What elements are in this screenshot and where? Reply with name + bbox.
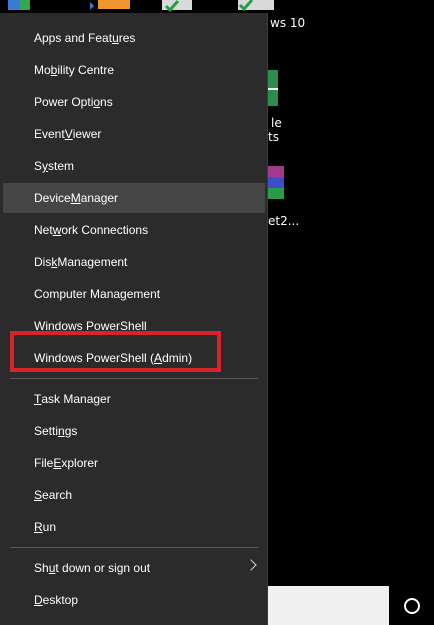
menu-item-label: Setti xyxy=(34,424,59,438)
menu-item-accelerator: S xyxy=(34,488,43,502)
menu-separator xyxy=(10,378,258,379)
menu-item-label: Mo xyxy=(34,63,51,77)
winx-power-user-menu: Apps and Feat u res Mo b ility Centre Power … xyxy=(0,13,268,625)
desktop-label-4: et2... xyxy=(268,214,300,228)
menu-item-label-rest: un xyxy=(42,520,57,534)
menu-item-shut-down-or-sign-out[interactable]: Sh u t down or sign out xyxy=(3,553,265,583)
menu-item-label-rest: iewer xyxy=(72,127,102,141)
cortana-button[interactable] xyxy=(389,586,434,625)
menu-item-computer-management[interactable]: Computer Mana g ement xyxy=(3,279,265,309)
menu-item-accelerator: o xyxy=(93,95,101,109)
desktop-label-1: ws 10 xyxy=(270,16,306,30)
desktop-label-3: ts xyxy=(268,130,279,144)
menu-item-accelerator: D xyxy=(34,593,43,607)
menu-item-label-rest: Management xyxy=(57,255,128,269)
menu-item-label: S xyxy=(34,159,43,173)
menu-item-label-rest: ement xyxy=(126,287,161,301)
menu-item-run[interactable]: Run xyxy=(3,512,265,542)
menu-item-apps-and-features[interactable]: Apps and Feat u res xyxy=(3,23,265,53)
menu-item-label-rest: ns xyxy=(100,95,113,109)
menu-item-disk-management[interactable]: Dis k Management xyxy=(3,247,265,277)
menu-item-label: Power Opti xyxy=(34,95,94,109)
menu-item-label-rest: ork Connections xyxy=(61,223,149,237)
menu-item-label: File xyxy=(34,456,54,470)
menu-item-accelerator: u xyxy=(112,31,119,45)
menu-item-label-rest: earch xyxy=(42,488,73,502)
menu-item-label-rest: gs xyxy=(64,424,78,438)
menu-item-event-viewer[interactable]: Event Viewer xyxy=(3,119,265,149)
menu-item-accelerator: M xyxy=(70,191,81,205)
desktop-label-2: le xyxy=(271,116,282,130)
menu-item-accelerator: E xyxy=(53,456,62,470)
menu-item-system[interactable]: Sy stem xyxy=(3,151,265,181)
menu-item-label: Dis xyxy=(34,255,52,269)
menu-item-power-options[interactable]: Power Opti o ns xyxy=(3,87,265,117)
menu-separator xyxy=(10,547,258,548)
taskbar-search-box[interactable] xyxy=(268,586,389,625)
spreadsheet-icon[interactable] xyxy=(268,70,280,110)
menu-item-settings[interactable]: Setti n gs xyxy=(3,416,265,446)
menu-item-label: Net xyxy=(34,223,53,237)
menu-item-device-manager[interactable]: Device Manager xyxy=(3,183,265,213)
menu-item-search[interactable]: Search xyxy=(3,480,265,510)
menu-item-accelerator: R xyxy=(34,520,43,534)
menu-item-label: Event xyxy=(34,127,65,141)
menu-item-accelerator: V xyxy=(64,127,73,141)
desktop-icons-top-row xyxy=(8,0,274,13)
cortana-icon xyxy=(403,597,420,614)
menu-item-label: Apps and Feat xyxy=(34,31,113,45)
menu-item-label-rest: anager xyxy=(80,191,119,205)
archive-icon[interactable] xyxy=(268,166,284,206)
menu-item-label-rest: esktop xyxy=(42,593,79,607)
menu-item-label: Computer Mana xyxy=(34,287,121,301)
menu-item-file-explorer[interactable]: File Explorer xyxy=(3,448,265,478)
menu-item-label: Sh xyxy=(34,561,49,575)
chevron-right-icon xyxy=(245,559,257,571)
menu-item-label-rest: ility Centre xyxy=(57,63,115,77)
menu-item-accelerator: u xyxy=(48,561,56,575)
menu-item-accelerator: n xyxy=(58,424,65,438)
menu-item-accelerator: w xyxy=(52,223,62,237)
highlight-annotation-box xyxy=(10,331,221,372)
menu-item-label-rest: t down or sign out xyxy=(55,561,151,575)
menu-item-label-rest: res xyxy=(118,31,136,45)
menu-item-network-connections[interactable]: Net w ork Connections xyxy=(3,215,265,245)
menu-item-label-rest: ask Manager xyxy=(41,392,111,406)
menu-item-mobility-centre[interactable]: Mo b ility Centre xyxy=(3,55,265,85)
menu-item-accelerator: g xyxy=(120,287,127,301)
menu-item-label-rest: xplorer xyxy=(61,456,99,470)
menu-item-label-rest: stem xyxy=(48,159,75,173)
menu-item-label: Device xyxy=(34,191,71,205)
menu-item-accelerator: b xyxy=(50,63,58,77)
menu-item-desktop[interactable]: Desktop xyxy=(3,585,265,615)
menu-item-accelerator: T xyxy=(34,392,42,406)
menu-item-task-manager[interactable]: Task Manager xyxy=(3,384,265,414)
